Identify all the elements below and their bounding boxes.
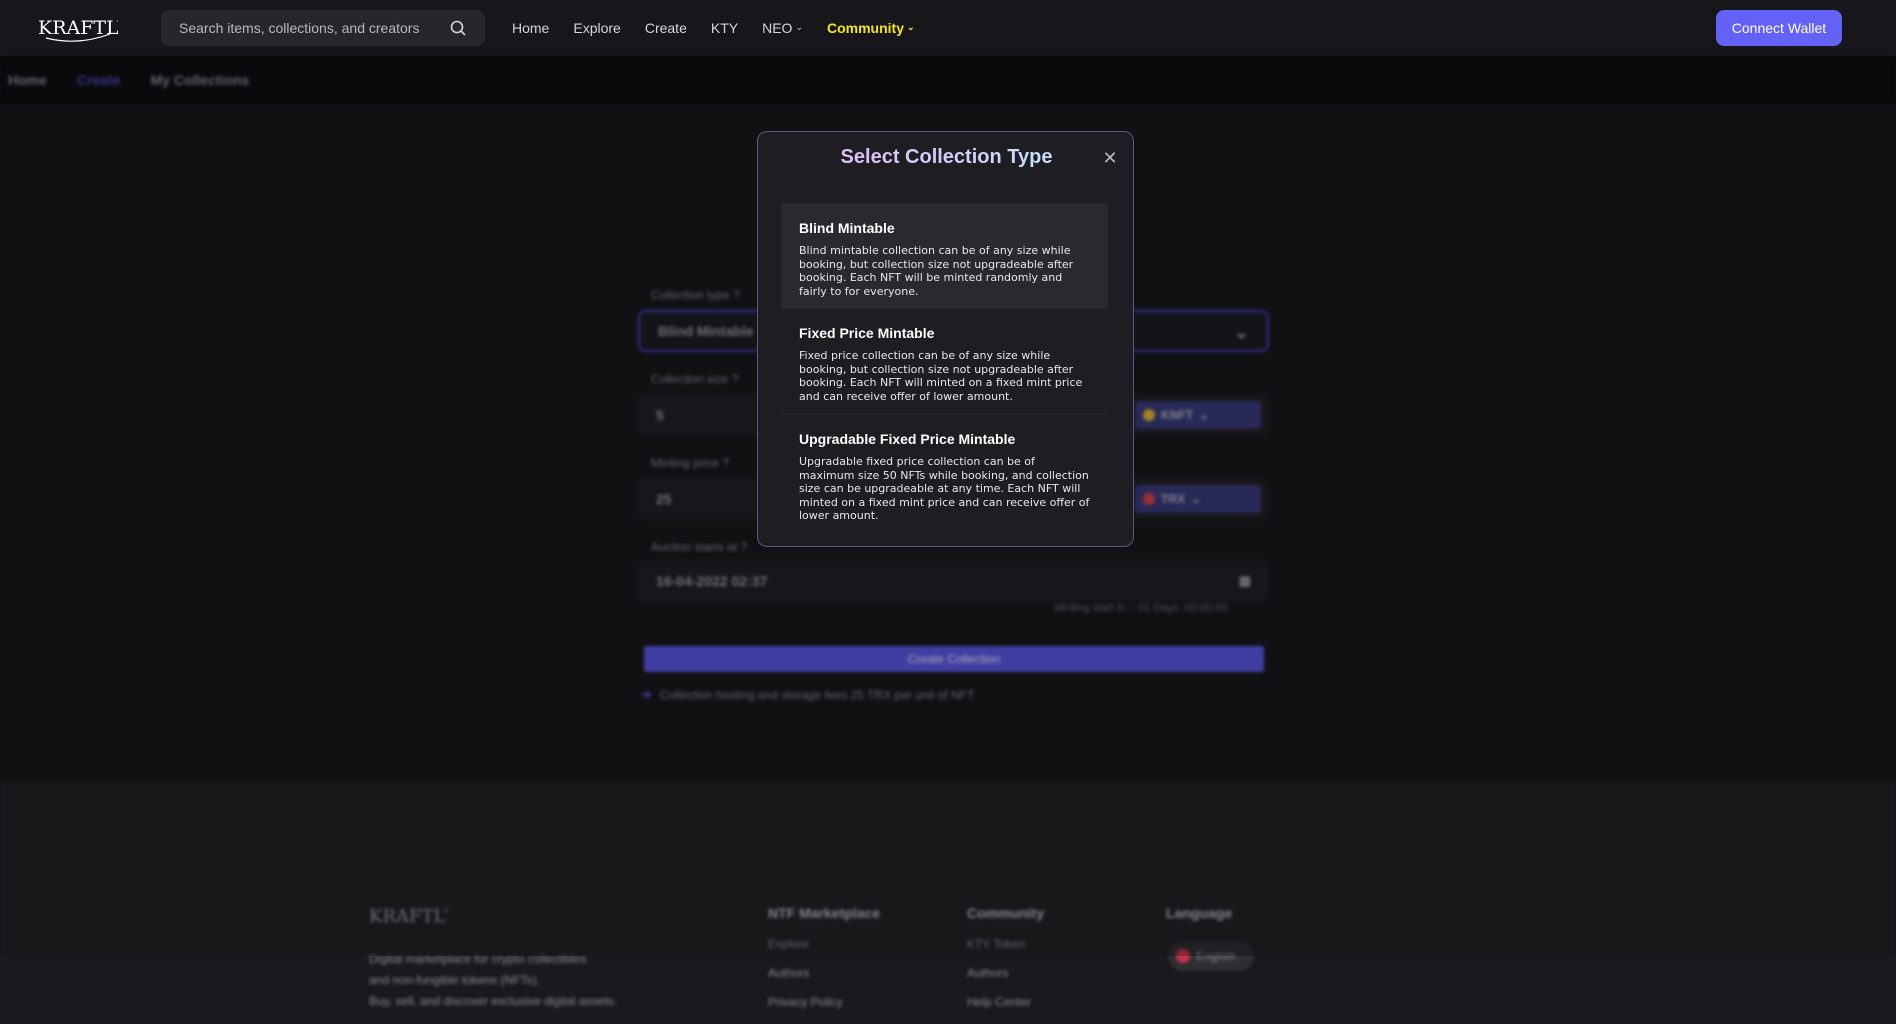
nav-kty[interactable]: KTY — [711, 20, 738, 36]
kraftly-logo[interactable]: KRAFTLY — [38, 12, 118, 44]
option-blind-mintable[interactable]: Blind Mintable Blind mintable collection… — [781, 203, 1108, 309]
nav-community-label: Community — [826, 19, 904, 36]
option-fixed-price-mintable[interactable]: Fixed Price Mintable Fixed price collect… — [781, 308, 1108, 414]
footer-link-privacy[interactable]: Privacy Policy — [768, 995, 880, 1009]
main-nav: Home Explore Create KTY NEO ⌄ Community ⌄ — [512, 0, 939, 55]
chevron-down-icon: ⌄ — [795, 22, 803, 32]
close-icon[interactable]: ✕ — [1100, 148, 1120, 168]
nav-neo-label: NEO — [762, 19, 793, 36]
nav-explore[interactable]: Explore — [573, 20, 620, 36]
nav-community[interactable]: Community ⌄ — [827, 20, 915, 36]
connect-wallet-button[interactable]: Connect Wallet — [1716, 10, 1842, 46]
nav-home[interactable]: Home — [512, 20, 549, 36]
chevron-down-icon: ⌄ — [906, 22, 915, 32]
footer-link-authors[interactable]: Authors — [768, 966, 880, 980]
nav-neo[interactable]: NEO ⌄ — [762, 20, 803, 36]
nav-create[interactable]: Create — [645, 20, 687, 36]
option-description: Blind mintable collection can be of any … — [799, 244, 1074, 298]
select-collection-type-modal: Select Collection Type ✕ Blind Mintable … — [757, 131, 1134, 547]
search-input[interactable] — [179, 20, 449, 36]
option-upgradable-fixed-price-mintable[interactable]: Upgradable Fixed Price Mintable Upgradab… — [781, 414, 1108, 532]
footer-description: Digital marketplace for crypto collectib… — [369, 952, 617, 1008]
option-description: Upgradable fixed price collection can be… — [799, 455, 1090, 523]
search-bar[interactable] — [161, 10, 485, 46]
option-title: Upgradable Fixed Price Mintable — [799, 431, 1016, 447]
footer-link-help[interactable]: Help Center — [967, 995, 1044, 1009]
option-title: Fixed Price Mintable — [799, 325, 935, 341]
modal-title: Select Collection Type — [758, 146, 1135, 169]
search-icon[interactable] — [449, 19, 467, 37]
footer-link-authors[interactable]: Authors — [967, 966, 1044, 980]
option-title: Blind Mintable — [799, 220, 895, 236]
option-description: Fixed price collection can be of any siz… — [799, 349, 1083, 403]
top-navbar: KRAFTLY Home Explore Create KTY NEO⌄ Com… — [0, 0, 1896, 55]
